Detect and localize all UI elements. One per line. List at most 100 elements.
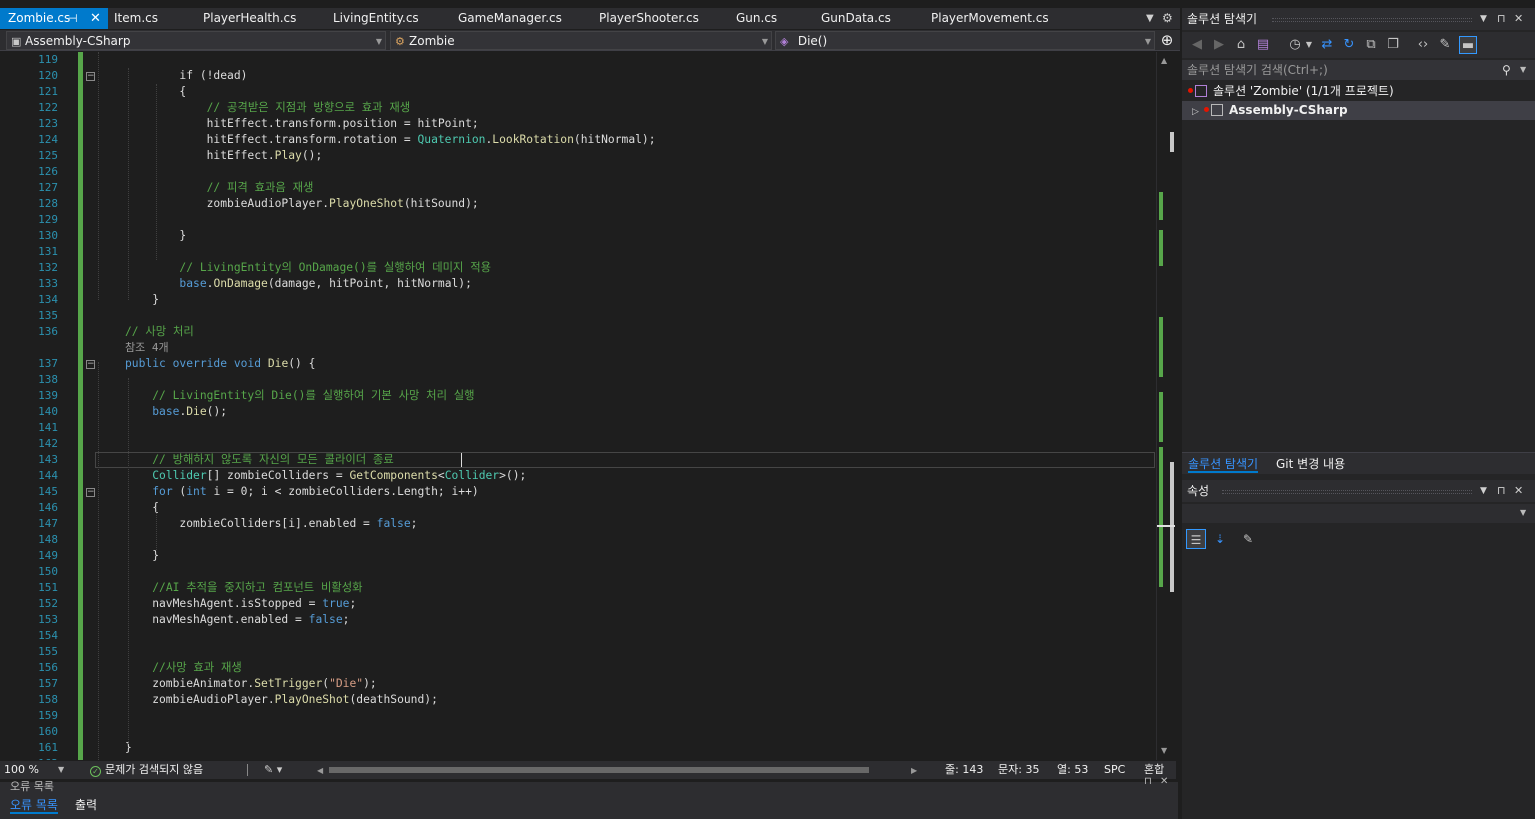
- scroll-thumb[interactable]: [1170, 462, 1174, 592]
- code-line[interactable]: 144 Collider[] zombieColliders = GetComp…: [0, 468, 1156, 484]
- code-line[interactable]: 123 hitEffect.transform.position = hitPo…: [0, 116, 1156, 132]
- vertical-scrollbar[interactable]: ▲ ▼: [1156, 52, 1176, 760]
- code-line[interactable]: 132 // LivingEntity의 OnDamage()를 실행하여 데미…: [0, 260, 1156, 276]
- type-dropdown[interactable]: ⚙ Zombie ▼: [390, 31, 772, 50]
- code-line[interactable]: 125 hitEffect.Play();: [0, 148, 1156, 164]
- code-line[interactable]: 147 zombieColliders[i].enabled = false;: [0, 516, 1156, 532]
- scroll-up-icon[interactable]: ▲: [1161, 56, 1167, 65]
- property-pages-wrench-icon[interactable]: ✎: [1238, 529, 1258, 549]
- issues-indicator[interactable]: ✓ 문제가 검색되지 않음: [90, 761, 203, 779]
- code-line[interactable]: 159: [0, 708, 1156, 724]
- code-line[interactable]: 130 }: [0, 228, 1156, 244]
- close-icon[interactable]: ✕: [90, 8, 101, 29]
- tab-gun-cs[interactable]: Gun.cs: [736, 8, 777, 29]
- code-line[interactable]: 160: [0, 724, 1156, 740]
- code-line[interactable]: 149 }: [0, 548, 1156, 564]
- categorized-icon[interactable]: ☰: [1186, 529, 1206, 549]
- home-icon[interactable]: ⌂: [1232, 36, 1250, 54]
- code-line[interactable]: 161}: [0, 740, 1156, 756]
- refresh-icon[interactable]: ↻: [1340, 36, 1358, 54]
- tab-git-changes[interactable]: Git 변경 내용: [1276, 455, 1345, 473]
- tab-solution-explorer[interactable]: 솔루션 탐색기: [1188, 455, 1259, 473]
- code-line[interactable]: 145 − for (int i = 0; i < zombieColliders…: [0, 484, 1156, 500]
- pin-icon[interactable]: ⊣: [68, 8, 78, 29]
- tab-gundata-cs[interactable]: GunData.cs: [821, 8, 891, 29]
- code-line[interactable]: 141: [0, 420, 1156, 436]
- back-icon[interactable]: ◀: [1188, 36, 1206, 54]
- code-line[interactable]: 162: [0, 756, 1156, 760]
- whitespace-status[interactable]: SPC: [1104, 761, 1125, 779]
- chevron-down-icon[interactable]: ▼: [1520, 60, 1526, 80]
- tab-output[interactable]: 출력: [75, 796, 97, 814]
- code-line[interactable]: 143 // 방해하지 않도록 자신의 모든 콜라이더 종료: [0, 452, 1156, 468]
- solution-node[interactable]: 솔루션 'Zombie' (1/1개 프로젝트): [1182, 82, 1535, 101]
- tab-overflow-dropdown-icon[interactable]: ▼: [1146, 8, 1158, 29]
- code-line[interactable]: 152 navMeshAgent.isStopped = true;: [0, 596, 1156, 612]
- column-status[interactable]: 열: 53: [1057, 761, 1088, 779]
- code-line[interactable]: 142: [0, 436, 1156, 452]
- chevron-down-icon[interactable]: ▼: [1300, 36, 1318, 54]
- code-line[interactable]: 140 base.Die();: [0, 404, 1156, 420]
- code-line[interactable]: 146 {: [0, 500, 1156, 516]
- close-icon[interactable]: ✕: [1160, 776, 1168, 787]
- dropdown-icon[interactable]: ▼: [1480, 8, 1487, 30]
- code-line[interactable]: 138: [0, 372, 1156, 388]
- horizontal-scroll-thumb[interactable]: [329, 767, 869, 773]
- collapse-icon[interactable]: −: [86, 72, 95, 81]
- gear-icon[interactable]: ⚙: [1162, 8, 1176, 29]
- code-line[interactable]: 150: [0, 564, 1156, 580]
- char-status[interactable]: 문자: 35: [998, 761, 1039, 779]
- sync-icon[interactable]: ⇄: [1318, 36, 1336, 54]
- code-editor[interactable]: 119 120 − if (!dead) 121 {122 // 공격받은 지점과 …: [0, 52, 1156, 760]
- project-node[interactable]: ▷ Assembly-CSharp: [1182, 101, 1535, 120]
- line-number-status[interactable]: 줄: 143: [945, 761, 983, 779]
- code-line[interactable]: 128 zombieAudioPlayer.PlayOneShot(hitSou…: [0, 196, 1156, 212]
- horizontal-scrollbar[interactable]: ◀ ▶: [317, 765, 917, 775]
- project-dropdown[interactable]: ▣ Assembly-CSharp ▼: [6, 31, 386, 50]
- code-line[interactable]: 120 − if (!dead): [0, 68, 1156, 84]
- close-icon[interactable]: ✕: [1514, 480, 1523, 502]
- code-line[interactable]: 122 // 공격받은 지점과 방향으로 효과 재생: [0, 100, 1156, 116]
- scroll-left-icon[interactable]: ◀: [317, 762, 323, 780]
- pin-icon[interactable]: ⊓: [1144, 776, 1152, 787]
- code-line[interactable]: 119: [0, 52, 1156, 68]
- properties-wrench-icon[interactable]: ✎: [1436, 36, 1454, 54]
- codelens-references[interactable]: 참조 4개: [0, 340, 1156, 356]
- code-line[interactable]: 134 }: [0, 292, 1156, 308]
- properties-object-selector[interactable]: ▼: [1182, 504, 1535, 523]
- tab-livingentity-cs[interactable]: LivingEntity.cs: [333, 8, 419, 29]
- tab-gamemanager-cs[interactable]: GameManager.cs: [458, 8, 562, 29]
- code-line[interactable]: 158 zombieAudioPlayer.PlayOneShot(deathS…: [0, 692, 1156, 708]
- search-icon[interactable]: ⚲: [1502, 60, 1511, 80]
- code-line[interactable]: 139 // LivingEntity의 Die()를 실행하여 기본 사망 처…: [0, 388, 1156, 404]
- code-line[interactable]: 151 //AI 추적을 중지하고 컴포넌트 비활성화: [0, 580, 1156, 596]
- forward-icon[interactable]: ▶: [1210, 36, 1228, 54]
- code-line[interactable]: 135: [0, 308, 1156, 324]
- dropdown-icon[interactable]: ▼: [1480, 480, 1487, 502]
- scroll-right-icon[interactable]: ▶: [911, 762, 917, 780]
- scroll-down-icon[interactable]: ▼: [1161, 746, 1167, 755]
- tab-item-cs[interactable]: Item.cs: [114, 8, 158, 29]
- code-line[interactable]: 131: [0, 244, 1156, 260]
- code-line[interactable]: 157 zombieAnimator.SetTrigger("Die");: [0, 676, 1156, 692]
- code-line[interactable]: 124 hitEffect.transform.rotation = Quate…: [0, 132, 1156, 148]
- preview-selected-icon[interactable]: ▬: [1459, 36, 1477, 54]
- expand-arrow-icon[interactable]: ▷: [1192, 103, 1200, 122]
- pin-icon[interactable]: ⊓: [1497, 8, 1506, 30]
- tab-playerhealth-cs[interactable]: PlayerHealth.cs: [203, 8, 296, 29]
- switch-views-icon[interactable]: ▤: [1254, 36, 1272, 54]
- code-line[interactable]: 126: [0, 164, 1156, 180]
- member-dropdown[interactable]: ◈ Die() ▼: [775, 31, 1155, 50]
- codelens-text[interactable]: 참조 4개: [125, 340, 169, 356]
- code-line[interactable]: 133 base.OnDamage(damage, hitPoint, hitN…: [0, 276, 1156, 292]
- code-line[interactable]: 156 //사망 효과 재생: [0, 660, 1156, 676]
- tab-error-list[interactable]: 오류 목록: [10, 796, 58, 814]
- code-cleanup-icon[interactable]: ✎ ▾: [264, 761, 282, 779]
- show-all-files-icon[interactable]: ❐: [1384, 36, 1402, 54]
- tab-playershooter-cs[interactable]: PlayerShooter.cs: [599, 8, 699, 29]
- tab-zombie-cs[interactable]: Zombie.cs ⊣ ✕: [0, 8, 108, 29]
- code-line[interactable]: 154: [0, 628, 1156, 644]
- split-window-icon[interactable]: ⊕: [1158, 31, 1176, 50]
- zoom-dropdown[interactable]: 100 % ▼: [4, 761, 66, 779]
- code-line[interactable]: 121 {: [0, 84, 1156, 100]
